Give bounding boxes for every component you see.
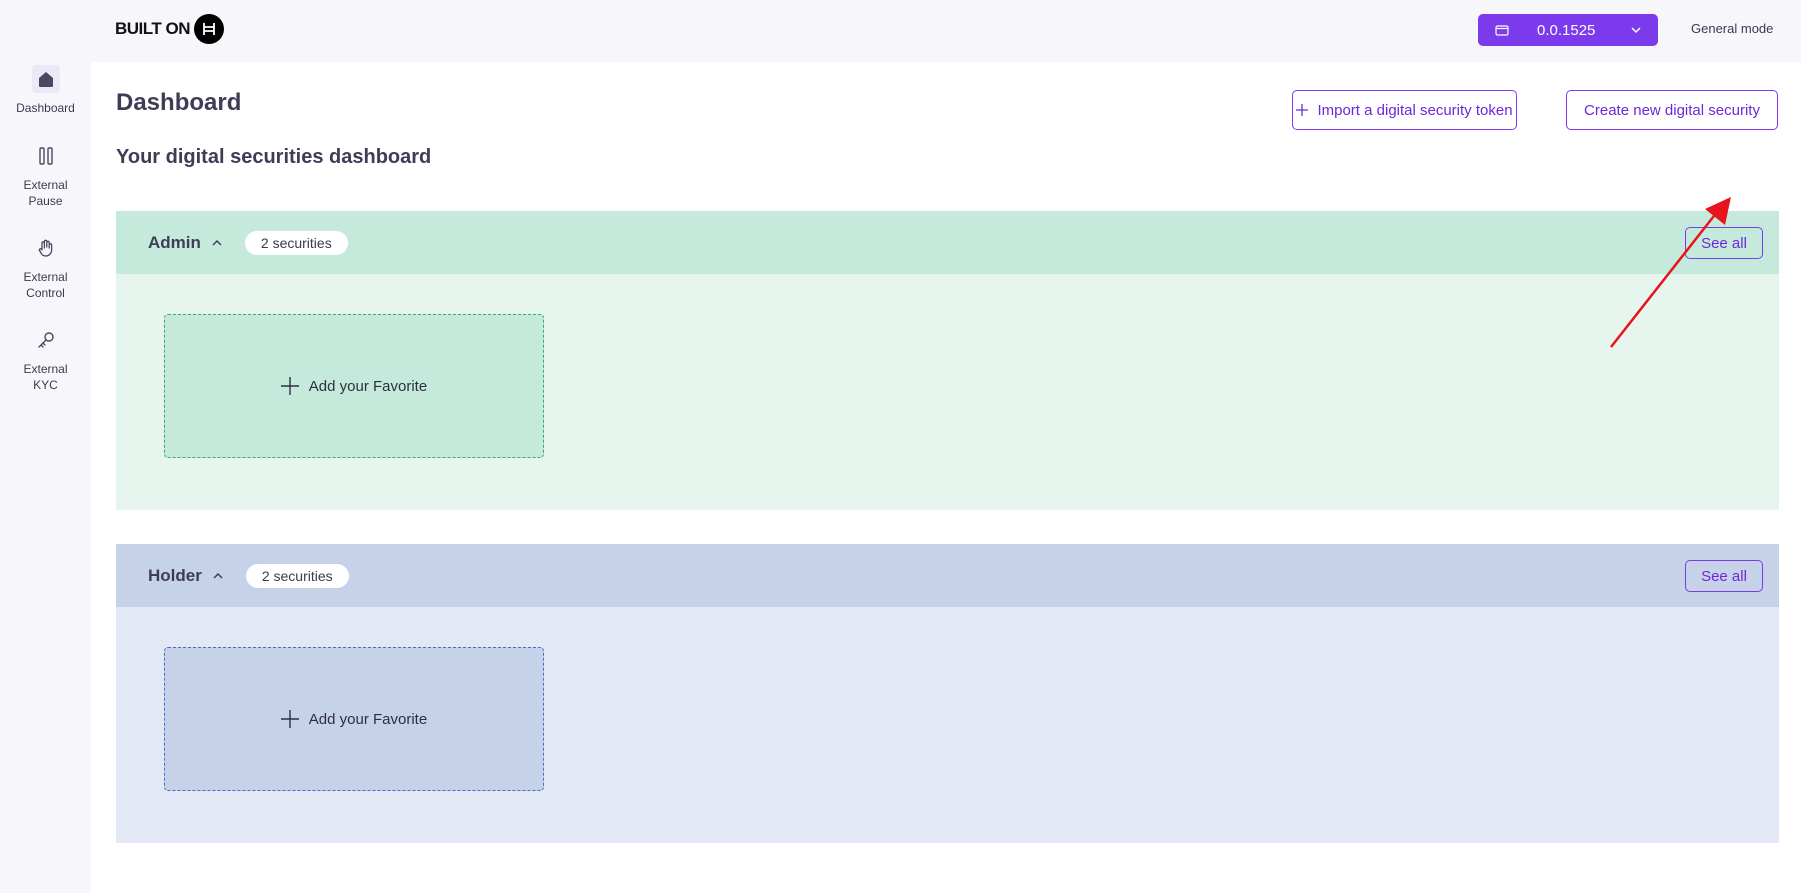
- admin-section: Admin 2 securities See all Add your Favo…: [116, 211, 1779, 510]
- chevron-up-icon[interactable]: [212, 570, 224, 582]
- securities-count-badge: 2 securities: [245, 563, 349, 588]
- top-bar: BUILT ON 0.0.1525 General mode: [0, 0, 1801, 62]
- add-favorite-label: Add your Favorite: [308, 710, 428, 728]
- sidebar-item-label: Dashboard: [16, 101, 75, 115]
- chevron-up-icon[interactable]: [211, 237, 223, 249]
- import-button-label: Import a digital security token: [1317, 101, 1513, 119]
- add-favorite-card[interactable]: Add your Favorite: [164, 647, 544, 791]
- pause-icon: [32, 142, 60, 170]
- main-content: Dashboard Your digital securities dashbo…: [91, 62, 1801, 893]
- see-all-button[interactable]: See all: [1685, 560, 1763, 592]
- home-icon: [31, 65, 60, 93]
- brand-logo: BUILT ON: [115, 14, 225, 44]
- create-new-security-button[interactable]: Create new digital security: [1566, 90, 1778, 130]
- sidebar-item-external-control[interactable]: External Control: [0, 234, 91, 301]
- sidebar-item-label: External Pause: [23, 178, 68, 208]
- sidebar-item-dashboard[interactable]: Dashboard: [0, 65, 91, 116]
- add-favorite-card[interactable]: Add your Favorite: [164, 314, 544, 458]
- plus-icon: [280, 710, 299, 728]
- mode-switch[interactable]: General mode: [1691, 21, 1773, 36]
- sidebar-item-external-kyc[interactable]: External KYC: [0, 326, 91, 393]
- plus-icon: [280, 377, 299, 395]
- create-button-label: Create new digital security: [1584, 101, 1760, 119]
- sidebar: Dashboard External Pause External Contro…: [0, 62, 91, 893]
- wallet-icon: [1495, 23, 1509, 37]
- sidebar-item-external-pause[interactable]: External Pause: [0, 142, 91, 209]
- admin-section-body: Add your Favorite: [116, 274, 1779, 510]
- hand-icon: [32, 234, 60, 262]
- holder-section: Holder 2 securities See all Add your Fav…: [116, 544, 1779, 843]
- brand-text: BUILT ON: [115, 19, 191, 38]
- see-all-button[interactable]: See all: [1685, 227, 1763, 259]
- holder-section-header: Holder 2 securities See all: [116, 544, 1779, 607]
- chevron-down-icon: [1629, 23, 1643, 37]
- sidebar-item-label: External KYC: [23, 362, 68, 392]
- page-subtitle: Your digital securities dashboard: [116, 146, 432, 168]
- holder-section-body: Add your Favorite: [116, 607, 1779, 843]
- securities-count-badge: 2 securities: [244, 230, 348, 255]
- wallet-account-dropdown[interactable]: 0.0.1525: [1478, 14, 1658, 46]
- hedera-logo-icon: [194, 14, 225, 44]
- wallet-account-id: 0.0.1525: [1537, 21, 1596, 39]
- page-title: Dashboard: [116, 89, 242, 116]
- plus-icon: [1296, 104, 1309, 116]
- admin-section-header: Admin 2 securities See all: [116, 211, 1779, 274]
- sidebar-item-label: External Control: [23, 270, 68, 300]
- add-favorite-label: Add your Favorite: [308, 377, 428, 395]
- import-security-token-button[interactable]: Import a digital security token: [1292, 90, 1517, 130]
- section-title: Holder: [148, 565, 202, 585]
- key-icon: [32, 326, 60, 354]
- section-title: Admin: [148, 232, 201, 252]
